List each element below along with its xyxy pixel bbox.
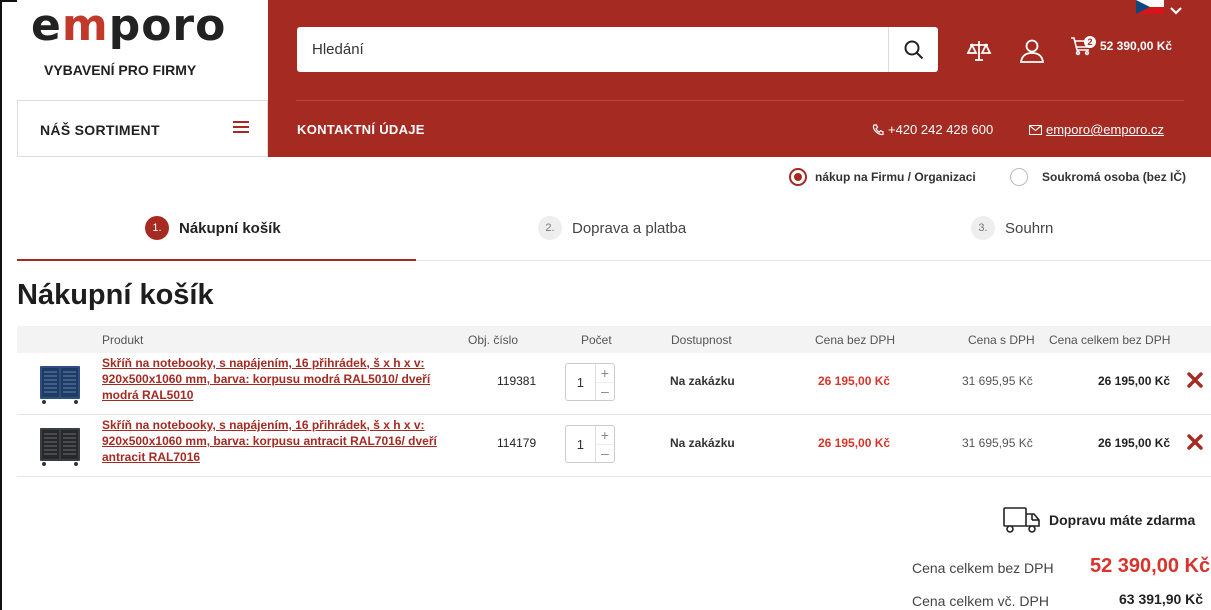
price-inc-vat: 31 695,95 Kč [962, 374, 1033, 388]
purchase-type-company[interactable]: nákup na Firmu / Organizaci [789, 168, 976, 186]
th-product: Produkt [102, 333, 144, 347]
total-ex-label: Cena celkem bez DPH [912, 560, 1054, 576]
user-icon[interactable] [1019, 38, 1045, 64]
truck-icon [1003, 507, 1040, 533]
decrement-button[interactable]: – [595, 443, 614, 463]
logo-m: m [61, 0, 109, 51]
step-label: Souhrn [1005, 219, 1054, 237]
page-title: Nákupní košík [17, 279, 214, 311]
step-label: Nákupní košík [179, 219, 281, 237]
increment-button[interactable]: + [596, 364, 614, 382]
table-row: Skříň na notebooky, s napájením, 16 přih… [17, 353, 1211, 415]
nav-phone-text: +420 242 428 600 [888, 122, 994, 137]
phone-icon [872, 123, 884, 135]
remove-item-icon[interactable] [1187, 372, 1203, 388]
nav-divider [296, 100, 1184, 101]
total-ex-value: 52 390,00 Kč [1090, 555, 1211, 577]
nav-phone[interactable]: +420 242 428 600 [872, 122, 993, 137]
availability: Na zakázku [670, 436, 735, 450]
purchase-type-private[interactable]: Soukromá osoba (bez IČ) [1010, 168, 1186, 186]
step-number: 1. [145, 216, 169, 240]
logo[interactable]: emporo VYBAVENÍ PRO FIRMY [17, 0, 268, 100]
cart-count-badge: 2 [1084, 36, 1096, 48]
nav-email-link[interactable]: emporo@emporo.cz [1046, 122, 1164, 137]
increment-button[interactable]: + [596, 426, 614, 444]
purchase-type-company-label: nákup na Firmu / Organizaci [815, 170, 976, 184]
step-number: 3. [971, 216, 995, 240]
radio-private[interactable] [1010, 168, 1028, 186]
frame-left [0, 0, 2, 610]
price-ex-vat: 26 195,00 Kč [818, 374, 891, 388]
th-total-ex: Cena celkem bez DPH [1049, 333, 1171, 347]
steps-active-indicator [17, 259, 416, 261]
total-inc-label: Cena celkem vč. DPH [912, 593, 1049, 609]
row-total: 26 195,00 Kč [1098, 436, 1171, 450]
logo-rest: poro [108, 0, 227, 51]
step-cart[interactable]: 1. Nákupní košík [145, 216, 281, 240]
table-header: Produkt Obj. číslo Počet Dostupnost Cena… [17, 326, 1211, 353]
assortment-menu-button[interactable]: NÁŠ SORTIMENT [17, 100, 268, 157]
assortment-label: NÁŠ SORTIMENT [40, 122, 160, 138]
free-shipping-text: Dopravu máte zdarma [1049, 512, 1196, 528]
free-shipping-notice: Dopravu máte zdarma [1003, 505, 1195, 535]
step-label: Doprava a platba [572, 219, 687, 237]
total-inc-value: 63 391,90 Kč [1119, 591, 1204, 607]
quantity-value[interactable]: 1 [566, 364, 595, 400]
radio-company[interactable] [789, 168, 807, 186]
purchase-type-private-label: Soukromá osoba (bez IČ) [1042, 170, 1187, 184]
step-summary[interactable]: 3. Souhrn [971, 216, 1053, 240]
search-button[interactable] [888, 27, 938, 72]
logo-e: e [31, 0, 62, 51]
product-code: 114179 [497, 436, 537, 450]
hamburger-icon [233, 121, 249, 133]
quantity-stepper[interactable]: 1 + – [565, 363, 615, 401]
quantity-value[interactable]: 1 [566, 426, 595, 462]
th-price-ex: Cena bez DPH [815, 333, 896, 347]
th-qty: Počet [581, 333, 612, 347]
price-ex-vat: 26 195,00 Kč [818, 436, 891, 450]
cart-total: 52 390,00 Kč [1100, 39, 1173, 53]
product-image[interactable] [37, 363, 83, 405]
remove-item-icon[interactable] [1187, 434, 1203, 450]
czech-flag-icon[interactable] [1136, 0, 1164, 14]
search-icon [904, 40, 923, 59]
search-box [297, 27, 938, 72]
quantity-stepper[interactable]: 1 + – [565, 425, 615, 463]
decrement-button[interactable]: – [595, 381, 614, 401]
th-price-inc: Cena s DPH [968, 333, 1035, 347]
product-link[interactable]: Skříň na notebooky, s napájením, 16 přih… [102, 417, 447, 465]
nav-contact-link[interactable]: KONTAKTNÍ ÚDAJE [297, 122, 425, 137]
availability: Na zakázku [670, 374, 735, 388]
product-image[interactable] [37, 425, 83, 467]
logo-text: emporo [31, 4, 226, 48]
search-input[interactable] [297, 27, 888, 72]
logo-tagline: VYBAVENÍ PRO FIRMY [44, 62, 197, 78]
chevron-down-icon[interactable] [1170, 7, 1182, 15]
cart-button[interactable]: 2 52 390,00 Kč [1070, 36, 1172, 56]
step-number: 2. [538, 216, 562, 240]
th-code: Obj. číslo [468, 333, 519, 347]
table-row: Skříň na notebooky, s napájením, 16 přih… [17, 415, 1211, 477]
product-link[interactable]: Skříň na notebooky, s napájením, 16 přih… [102, 355, 447, 403]
price-inc-vat: 31 695,95 Kč [962, 436, 1033, 450]
compare-icon[interactable] [966, 38, 992, 64]
th-availability: Dostupnost [671, 333, 732, 347]
mail-icon [1029, 124, 1042, 135]
nav-email[interactable]: emporo@emporo.cz [1029, 122, 1164, 137]
product-code: 119381 [497, 374, 537, 388]
step-shipping[interactable]: 2. Doprava a platba [538, 216, 686, 240]
row-total: 26 195,00 Kč [1098, 374, 1171, 388]
